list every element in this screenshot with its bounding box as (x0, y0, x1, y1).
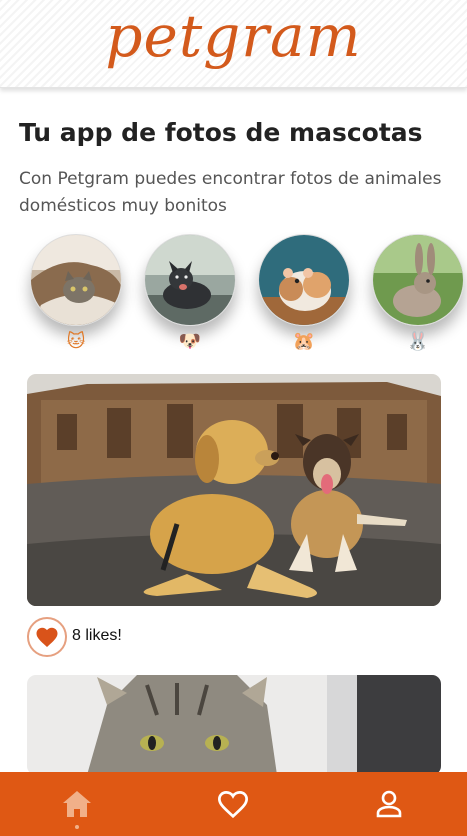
hamster-emoji-icon: 🐹 (292, 331, 316, 352)
cat-emoji-icon: 🐱 (66, 331, 86, 352)
bottom-nav (0, 772, 467, 836)
nav-user-button[interactable] (359, 772, 419, 836)
home-icon (63, 791, 91, 817)
photo-card-dogs[interactable] (27, 374, 441, 606)
category-item-dogs[interactable]: 🐶 (144, 232, 240, 360)
category-item-cats[interactable]: 🐱 (30, 232, 126, 360)
app-header: petgram (0, 0, 467, 88)
page-subtitle: Con Petgram puedes encontrar fotos de an… (19, 169, 442, 216)
dog-emoji-icon: 🐶 (178, 331, 202, 352)
like-button[interactable] (27, 617, 67, 657)
category-item-hamsters[interactable]: 🐹 (258, 232, 354, 360)
category-photo-cats (30, 234, 122, 326)
photo-cat-image (27, 675, 441, 775)
category-photo-rabbits (372, 234, 464, 326)
heart-filled-icon (36, 627, 58, 647)
active-indicator-dot (75, 825, 79, 829)
category-photo-dogs (144, 234, 236, 326)
category-item-rabbits[interactable]: 🐰 (372, 232, 467, 360)
user-icon (376, 790, 402, 818)
rabbit-emoji-icon: 🐰 (406, 331, 430, 352)
heart-outline-icon (217, 791, 249, 819)
app-logo[interactable]: petgram (0, 2, 467, 70)
like-count: 8 likes! (72, 627, 122, 644)
nav-favorites-button[interactable] (203, 772, 263, 836)
page-title: Tu app de fotos de mascotas (19, 118, 423, 147)
category-photo-hamsters (258, 234, 350, 326)
photo-card-cat[interactable] (27, 675, 441, 775)
photo-dogs-image (27, 374, 441, 606)
category-list: 🐱 🐶 🐹 🐰 (0, 232, 467, 362)
